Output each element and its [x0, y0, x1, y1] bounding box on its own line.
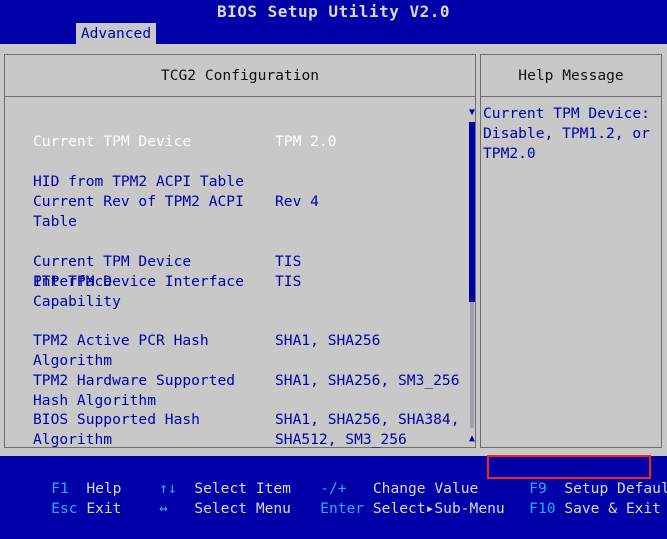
setting-acpi-rev-value: Rev 4	[275, 193, 319, 210]
setting-acpi-rev-label: Current Rev of TPM2 ACPI Table	[33, 193, 244, 230]
setting-hid-label: HID from TPM2 ACPI Table	[33, 173, 244, 190]
setting-bios-hash-value: SHA1, SHA256, SHA384, SHA512, SM3_256	[275, 411, 460, 448]
help-text: Current TPM Device: Disable, TPM1.2, or …	[483, 105, 650, 162]
key-help: F1 Help	[16, 459, 121, 497]
section-title: TCG2 Configuration	[5, 55, 475, 97]
settings-panel: TCG2 Configuration Current TPM Device TP…	[0, 44, 667, 456]
scroll-thumb[interactable]	[469, 122, 475, 302]
setting-ptp-interface-value: TIS	[275, 273, 302, 290]
help-section: Help Message Current TPM Device: Disable…	[480, 54, 662, 448]
key-desc: Select Menu	[194, 500, 291, 517]
key-label: Esc	[51, 500, 78, 517]
setting-bios-hash-label: BIOS Supported Hash Algorithm	[33, 411, 200, 448]
setting-hw-hash-label: TPM2 Hardware Supported Hash Algorithm	[33, 372, 236, 409]
highlight-box	[487, 455, 651, 479]
help-title: Help Message	[481, 55, 661, 97]
setting-hw-hash-value: SHA1, SHA256, SM3_256	[275, 372, 460, 389]
key-label: Enter	[320, 500, 365, 517]
key-select-menu: ↔ Select Menu	[124, 479, 291, 517]
key-desc: Save & Exit	[564, 500, 661, 517]
key-desc: Select▸Sub-Menu	[372, 500, 505, 517]
tab-advanced[interactable]: Advanced	[76, 23, 156, 44]
scroll-track[interactable]	[470, 302, 474, 428]
key-change-value: -/+ Change Value	[285, 459, 478, 497]
setting-ptp-interface-label: PTP TPM Device Interface Capability	[33, 273, 244, 310]
scrollbar[interactable]: ▼ ▲	[467, 106, 477, 446]
key-desc: Exit	[86, 500, 122, 517]
key-select-item: ↑↓ Select Item	[124, 459, 291, 497]
key-label: ↔	[159, 500, 168, 517]
key-save-exit: F10 Save & Exit	[494, 479, 661, 517]
key-select-submenu: Enter Select▸Sub-Menu	[285, 479, 505, 517]
chevron-up-icon[interactable]: ▲	[467, 432, 477, 446]
setting-current-tpm-device-value[interactable]: TPM 2.0	[275, 132, 467, 152]
setting-active-pcr-hash-label: TPM2 Active PCR Hash Algorithm	[33, 332, 209, 369]
chevron-down-icon[interactable]: ▼	[467, 106, 477, 120]
setting-device-interface-value: TIS	[275, 253, 302, 270]
app-title: BIOS Setup Utility V2.0	[216, 2, 451, 21]
setting-current-tpm-device-label[interactable]: Current TPM Device	[33, 132, 273, 152]
setting-active-pcr-hash-value: SHA1, SHA256	[275, 332, 381, 349]
main-section: TCG2 Configuration Current TPM Device TP…	[4, 54, 476, 448]
key-exit: Esc Exit	[16, 479, 121, 517]
key-label: F10	[529, 500, 556, 517]
